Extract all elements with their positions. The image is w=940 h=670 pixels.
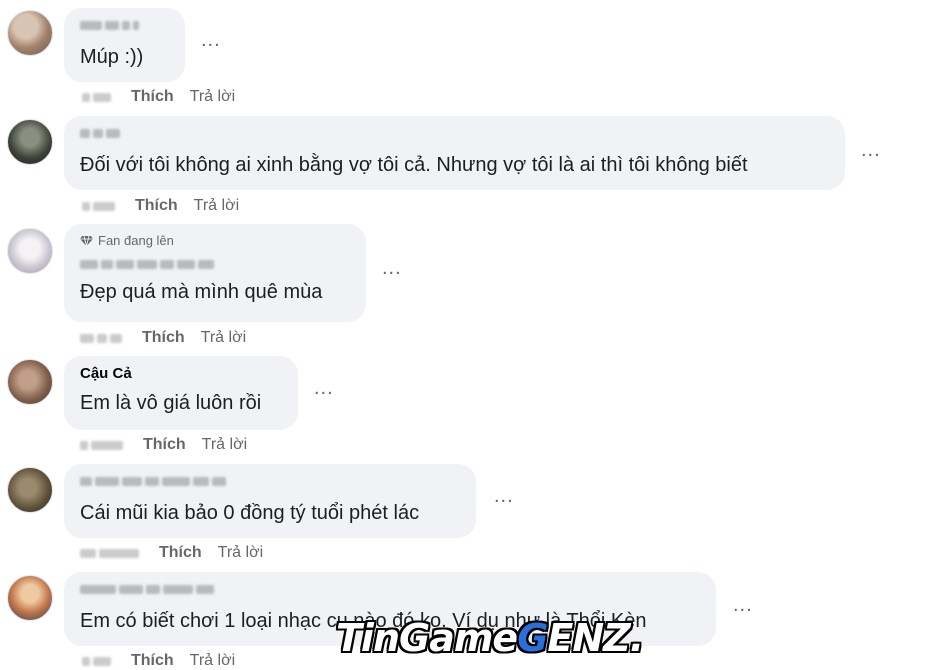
avatar[interactable]	[7, 467, 53, 513]
reply-button[interactable]: Trả lời	[190, 88, 235, 106]
more-options-icon[interactable]: ...	[314, 378, 334, 398]
more-options-icon[interactable]: ...	[733, 595, 753, 615]
more-options-icon[interactable]: ...	[861, 140, 881, 160]
avatar[interactable]	[7, 228, 53, 274]
author-name-blurred[interactable]	[80, 124, 829, 143]
reply-button[interactable]: Trả lời	[194, 197, 239, 215]
more-options-icon[interactable]: ...	[494, 486, 514, 506]
like-button[interactable]: Thích	[131, 652, 174, 670]
reply-button[interactable]: Trả lời	[201, 329, 246, 347]
reply-button[interactable]: Trả lời	[202, 436, 247, 454]
avatar[interactable]	[7, 575, 53, 621]
comment-bubble: Múp :))	[64, 8, 185, 82]
timestamp-blurred[interactable]	[82, 199, 115, 213]
like-button[interactable]: Thích	[131, 88, 174, 106]
comment-text: Đẹp quá mà mình quê mùa	[80, 281, 323, 303]
comment-actions: Thích Trả lời	[80, 329, 246, 347]
comment-text: Đối với tôi không ai xinh bằng vợ tôi cả…	[80, 154, 748, 176]
comment-actions: Thích Trả lời	[82, 88, 235, 106]
diamond-icon	[80, 235, 93, 246]
watermark-text-part3: ENZ.	[547, 616, 644, 660]
reply-button[interactable]: Trả lời	[190, 652, 235, 670]
comment-text: Múp :))	[80, 46, 144, 68]
comment-actions: Thích Trả lời	[80, 436, 247, 454]
watermark-text-part2: G	[517, 616, 548, 660]
like-button[interactable]: Thích	[159, 544, 202, 562]
badge-label: Fan đang lên	[98, 233, 174, 248]
comment-actions: Thích Trả lời	[80, 544, 263, 562]
avatar[interactable]	[7, 10, 53, 56]
like-button[interactable]: Thích	[142, 329, 185, 347]
comment-actions: Thích Trả lời	[82, 652, 235, 670]
comment-text: Em là vô giá luôn rồi	[80, 392, 262, 414]
comment-actions: Thích Trả lời	[82, 197, 239, 215]
more-options-icon[interactable]: ...	[201, 30, 221, 50]
reply-button[interactable]: Trả lời	[218, 544, 263, 562]
more-options-icon[interactable]: ...	[382, 258, 402, 278]
tingamegenz-watermark-logo: TinGame G ENZ.	[336, 610, 644, 666]
avatar[interactable]	[7, 119, 53, 165]
author-name-blurred[interactable]	[80, 16, 169, 35]
comment-bubble: Cậu Cả Em là vô giá luôn rồi	[64, 356, 298, 430]
timestamp-blurred[interactable]	[80, 438, 123, 452]
comment-bubble: Đối với tôi không ai xinh bằng vợ tôi cả…	[64, 116, 845, 190]
avatar[interactable]	[7, 359, 53, 405]
author-name-blurred[interactable]	[80, 580, 700, 599]
comment-text: Cái mũi kia bảo 0 đồng tý tuổi phét lác	[80, 502, 420, 524]
author-name[interactable]: Cậu Cả	[80, 364, 282, 383]
comment-bubble: Fan đang lên Đẹp quá mà mình quê mùa	[64, 224, 366, 322]
timestamp-blurred[interactable]	[80, 331, 122, 345]
author-name-blurred[interactable]	[80, 255, 350, 274]
timestamp-blurred[interactable]	[82, 654, 111, 668]
timestamp-blurred[interactable]	[80, 546, 139, 560]
like-button[interactable]: Thích	[135, 197, 178, 215]
timestamp-blurred[interactable]	[82, 90, 111, 104]
fan-badge: Fan đang lên	[80, 232, 350, 249]
watermark-text-part1: TinGame	[336, 616, 518, 660]
like-button[interactable]: Thích	[143, 436, 186, 454]
author-name-blurred[interactable]	[80, 472, 460, 491]
comment-bubble: Cái mũi kia bảo 0 đồng tý tuổi phét lác	[64, 464, 476, 538]
